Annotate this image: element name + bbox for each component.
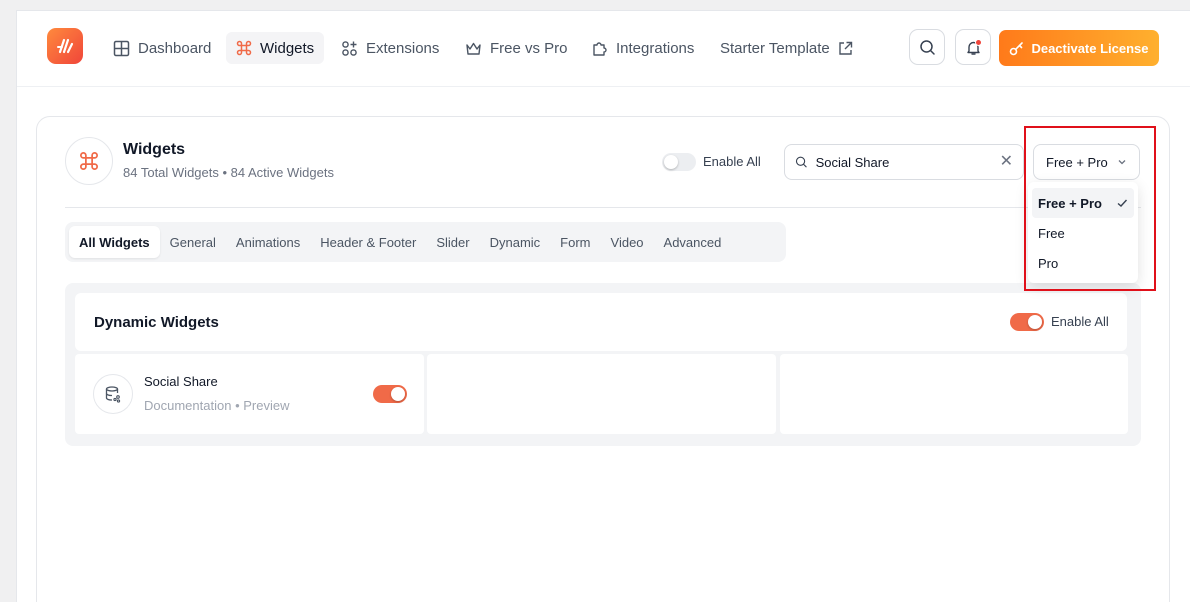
extensions-icon bbox=[342, 40, 357, 56]
dropdown-option-free-pro[interactable]: Free + Pro bbox=[1032, 188, 1134, 218]
deactivate-license-label: Deactivate License bbox=[1031, 40, 1149, 56]
dropdown-option-label: Free + Pro bbox=[1038, 195, 1102, 211]
tab-advanced[interactable]: Advanced bbox=[654, 226, 732, 258]
tab-video[interactable]: Video bbox=[601, 226, 654, 258]
nav-free-vs-pro-label: Free vs Pro bbox=[490, 39, 568, 57]
dynamic-widgets-section: Dynamic Widgets Enable All Social Share … bbox=[65, 283, 1141, 446]
chevron-down-icon bbox=[1118, 160, 1126, 165]
social-share-toggle[interactable] bbox=[373, 385, 407, 403]
notification-badge-dot bbox=[975, 39, 982, 46]
tab-slider[interactable]: Slider bbox=[426, 226, 479, 258]
tab-form[interactable]: Form bbox=[550, 226, 600, 258]
command-icon bbox=[236, 40, 252, 56]
tab-animations[interactable]: Animations bbox=[226, 226, 310, 258]
widget-count-summary: 84 Total Widgets • 84 Active Widgets bbox=[123, 165, 334, 180]
tab-general[interactable]: General bbox=[160, 226, 226, 258]
link-separator: • bbox=[235, 398, 240, 413]
command-icon bbox=[80, 152, 98, 170]
dropdown-option-free[interactable]: Free bbox=[1032, 218, 1134, 248]
top-navigation: Dashboard Widgets Extensions Free vs Pro bbox=[17, 11, 1190, 87]
nav-dashboard[interactable]: Dashboard bbox=[103, 32, 221, 64]
toggle-knob bbox=[664, 155, 678, 169]
dropdown-option-label: Pro bbox=[1038, 255, 1059, 271]
notifications-button[interactable] bbox=[955, 29, 991, 65]
nav-integrations-label: Integrations bbox=[616, 39, 695, 57]
header-divider bbox=[65, 207, 1141, 208]
search-input[interactable] bbox=[815, 154, 992, 170]
tab-all-widgets[interactable]: All Widgets bbox=[69, 226, 160, 258]
section-title: Dynamic Widgets bbox=[94, 314, 219, 331]
database-share-icon bbox=[105, 386, 121, 403]
enable-all-label: Enable All bbox=[703, 154, 761, 169]
empty-widget-cell bbox=[780, 354, 1128, 434]
enable-all-toggle[interactable] bbox=[662, 153, 696, 171]
nav-widgets-label: Widgets bbox=[260, 39, 315, 57]
nav-dashboard-label: Dashboard bbox=[138, 39, 212, 57]
tab-header-footer[interactable]: Header & Footer bbox=[310, 226, 426, 258]
toggle-knob bbox=[1028, 315, 1042, 329]
widgets-panel: Widgets 84 Total Widgets • 84 Active Wid… bbox=[36, 116, 1170, 602]
clear-search-icon[interactable]: ✕ bbox=[1000, 154, 1013, 170]
deactivate-license-button[interactable]: Deactivate License bbox=[999, 30, 1159, 66]
logo-icon bbox=[57, 38, 74, 54]
preview-link[interactable]: Preview bbox=[243, 398, 289, 413]
brand-logo[interactable] bbox=[47, 28, 83, 64]
widget-links: Documentation • Preview bbox=[144, 398, 290, 413]
search-icon bbox=[795, 156, 807, 168]
plan-filter-dropdown: Free + Pro Free Pro bbox=[1028, 182, 1138, 283]
nav-extensions-label: Extensions bbox=[366, 39, 440, 57]
app-window: Dashboard Widgets Extensions Free vs Pro bbox=[16, 10, 1190, 602]
nav-integrations[interactable]: Integrations bbox=[581, 32, 704, 64]
crown-icon bbox=[466, 42, 481, 55]
search-icon bbox=[919, 39, 935, 55]
plan-filter-value: Free + Pro bbox=[1046, 154, 1108, 170]
social-share-widget-icon bbox=[93, 374, 133, 414]
toggle-knob bbox=[391, 387, 405, 401]
nav-extensions[interactable]: Extensions bbox=[331, 32, 449, 64]
dropdown-option-label: Free bbox=[1038, 225, 1065, 241]
section-enable-all-label: Enable All bbox=[1051, 314, 1109, 329]
checkmark-icon bbox=[1117, 199, 1128, 207]
section-enable-all-toggle[interactable] bbox=[1010, 313, 1044, 331]
empty-widget-cell bbox=[427, 354, 776, 434]
category-tabs: All Widgets General Animations Header & … bbox=[65, 222, 786, 262]
nav-starter-template-label: Starter Template bbox=[720, 39, 830, 57]
section-header: Dynamic Widgets Enable All bbox=[75, 293, 1127, 351]
external-link-icon bbox=[839, 41, 852, 55]
key-icon bbox=[1010, 41, 1024, 55]
documentation-link[interactable]: Documentation bbox=[144, 398, 231, 413]
widgets-header-icon bbox=[65, 137, 113, 185]
tab-dynamic[interactable]: Dynamic bbox=[480, 226, 551, 258]
dropdown-option-pro[interactable]: Pro bbox=[1032, 248, 1134, 278]
puzzle-icon bbox=[593, 41, 607, 56]
widget-search-box: ✕ bbox=[784, 144, 1024, 180]
search-button[interactable] bbox=[909, 29, 945, 65]
widget-card-social-share: Social Share Documentation • Preview bbox=[75, 354, 424, 434]
page-title: Widgets bbox=[123, 141, 186, 158]
nav-starter-template[interactable]: Starter Template bbox=[710, 32, 863, 64]
nav-free-vs-pro[interactable]: Free vs Pro bbox=[455, 32, 578, 64]
nav-widgets[interactable]: Widgets bbox=[226, 32, 325, 64]
widget-name: Social Share bbox=[144, 374, 218, 389]
plan-filter-select[interactable]: Free + Pro bbox=[1033, 144, 1140, 180]
grid-icon bbox=[113, 40, 130, 56]
